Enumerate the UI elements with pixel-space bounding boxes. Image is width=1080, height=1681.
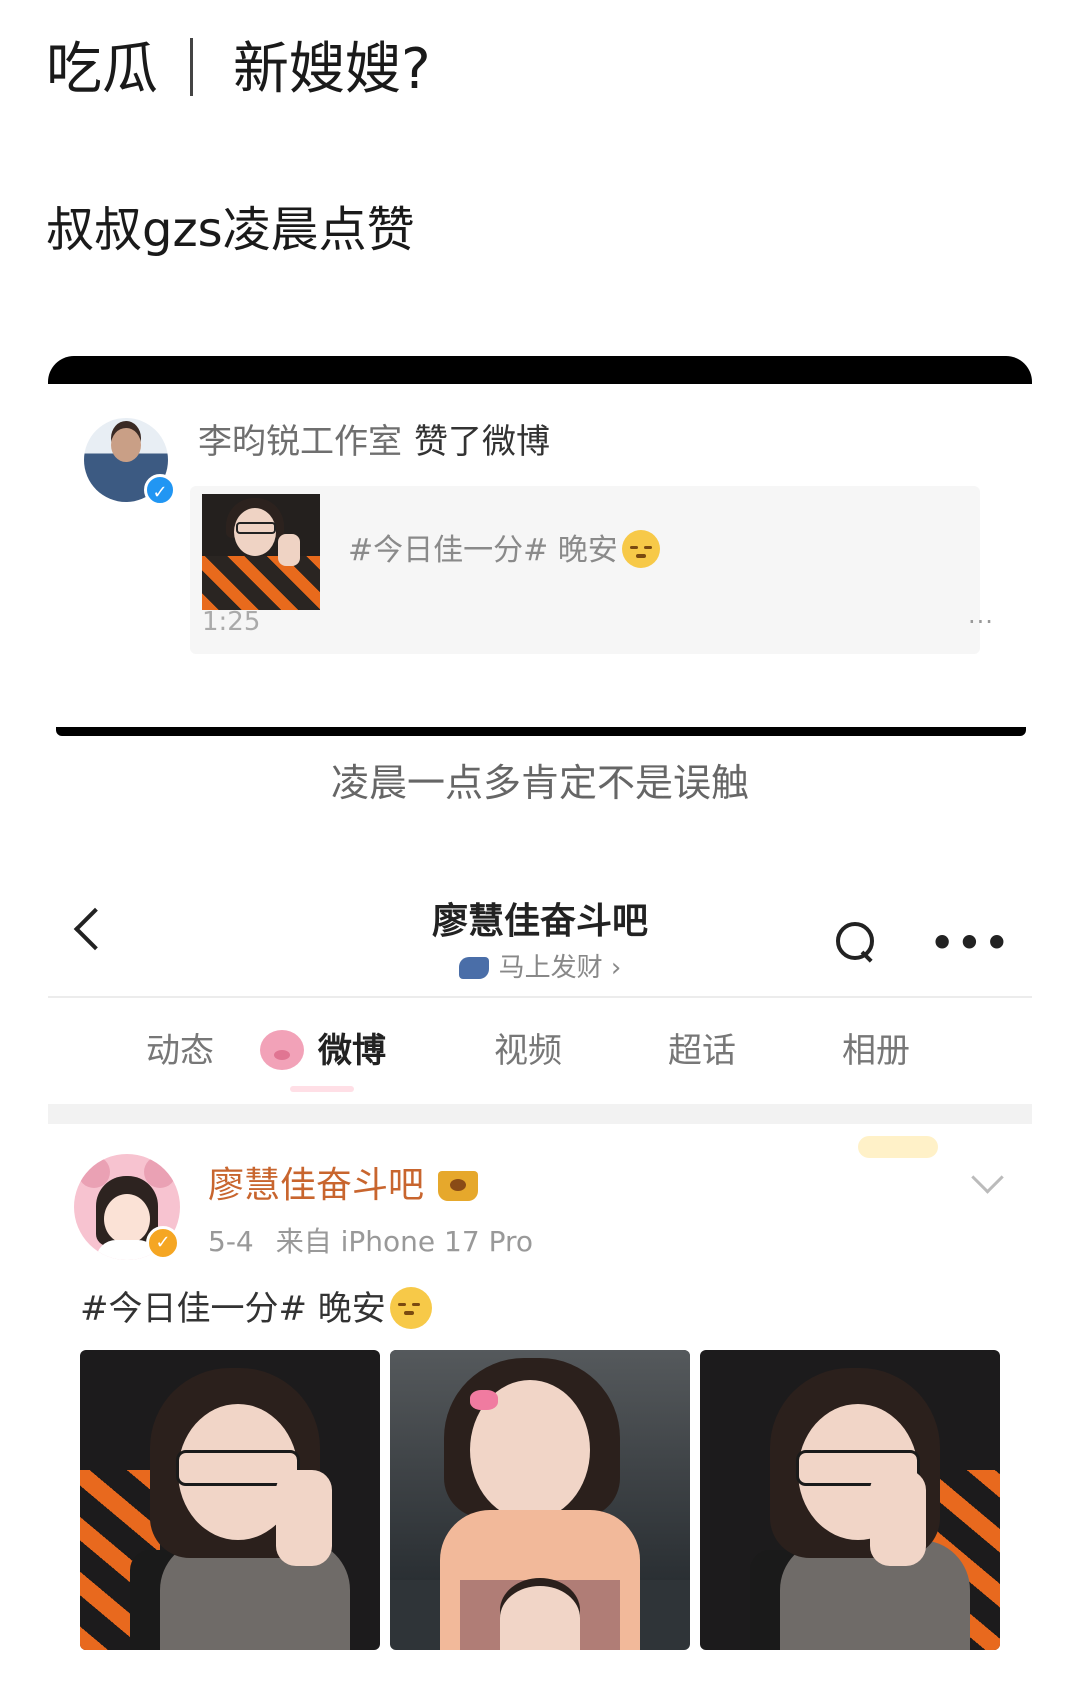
- bear-icon: [260, 1030, 304, 1070]
- liked-weibo-screenshot: ✓ 李昀锐工作室 赞了微博 #今日佳一分# 晚安 1:25 ···: [48, 356, 1032, 736]
- post-title-right: 新嫂嫂?: [233, 37, 431, 102]
- profile-subtitle-text: 马上发财 ›: [498, 953, 622, 983]
- sleepy-emoji-icon: [389, 1287, 432, 1329]
- like-time: 1:25: [202, 607, 261, 637]
- post-photo-1[interactable]: [80, 1350, 380, 1650]
- post-author-name: 廖慧佳奋斗吧: [208, 1165, 425, 1206]
- crown-icon: [438, 1171, 479, 1201]
- tab-video[interactable]: 视频: [494, 1026, 562, 1076]
- more-options-icon[interactable]: ···: [968, 602, 994, 642]
- post-title-left: 吃瓜: [46, 37, 158, 102]
- post-photo-3[interactable]: [700, 1350, 1000, 1650]
- post-date: 5-4: [208, 1225, 254, 1258]
- quoted-post-thumbnail[interactable]: [202, 494, 320, 610]
- post-meta: 5-4 来自 iPhone 17 Pro: [208, 1222, 533, 1262]
- tab-weibo[interactable]: 微博: [260, 1026, 386, 1076]
- tab-super-topic[interactable]: 超话: [668, 1026, 736, 1076]
- more-horizontal-icon[interactable]: •••: [930, 918, 1012, 968]
- post-content: #今日佳一分# 晚安: [80, 1284, 432, 1334]
- verified-gold-badge-icon: ✓: [146, 1226, 180, 1260]
- liker-name[interactable]: 李昀锐工作室: [198, 422, 402, 462]
- title-divider: [190, 38, 193, 96]
- profile-subtitle[interactable]: 马上发财 ›: [0, 948, 1080, 988]
- tab-album[interactable]: 相册: [842, 1026, 910, 1076]
- like-notification: 李昀锐工作室 赞了微博: [198, 418, 550, 466]
- post-subtitle: 叔叔gzs凌晨点赞: [46, 202, 415, 258]
- post-title: 吃瓜 新嫂嫂?: [46, 30, 431, 110]
- profile-name: 廖慧佳奋斗吧: [431, 901, 648, 942]
- caption: 凌晨一点多肯定不是误触: [330, 761, 749, 805]
- search-icon[interactable]: [836, 922, 874, 960]
- quoted-post-text: #今日佳一分# 晚安: [348, 529, 660, 573]
- verified-badge-icon: ✓: [144, 474, 176, 506]
- tab-dynamics[interactable]: 动态: [146, 1026, 214, 1076]
- card-decoration: [858, 1136, 938, 1158]
- horse-icon: [458, 957, 489, 979]
- post-author[interactable]: 廖慧佳奋斗吧: [208, 1160, 479, 1212]
- post-photo-2[interactable]: [390, 1350, 690, 1650]
- header-divider: [48, 996, 1032, 998]
- quoted-text: #今日佳一分# 晚安: [348, 533, 618, 568]
- section-separator: [48, 1104, 1032, 1124]
- sleepy-emoji-icon: [621, 530, 660, 568]
- chevron-down-icon[interactable]: [971, 1161, 1004, 1194]
- post-content-text: #今日佳一分# 晚安: [80, 1289, 386, 1329]
- post-source: 来自 iPhone 17 Pro: [275, 1225, 533, 1258]
- screenshot-bottom-border: [56, 727, 1026, 736]
- active-tab-indicator: [290, 1086, 354, 1092]
- like-action: 赞了微博: [414, 422, 550, 462]
- tab-weibo-label: 微博: [318, 1031, 386, 1071]
- screenshot-top-border: [48, 356, 1032, 384]
